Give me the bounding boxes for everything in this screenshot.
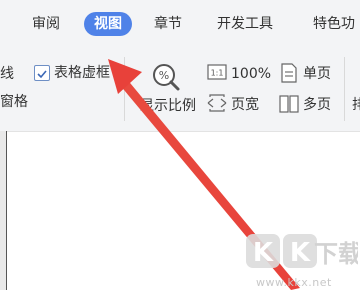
- svg-text:K: K: [253, 238, 274, 268]
- watermark-url: www.kkx.net: [256, 276, 332, 289]
- svg-text:下载: 下载: [314, 240, 358, 268]
- svg-text:K: K: [290, 238, 311, 268]
- watermark-logo: K K 下载: [246, 232, 360, 276]
